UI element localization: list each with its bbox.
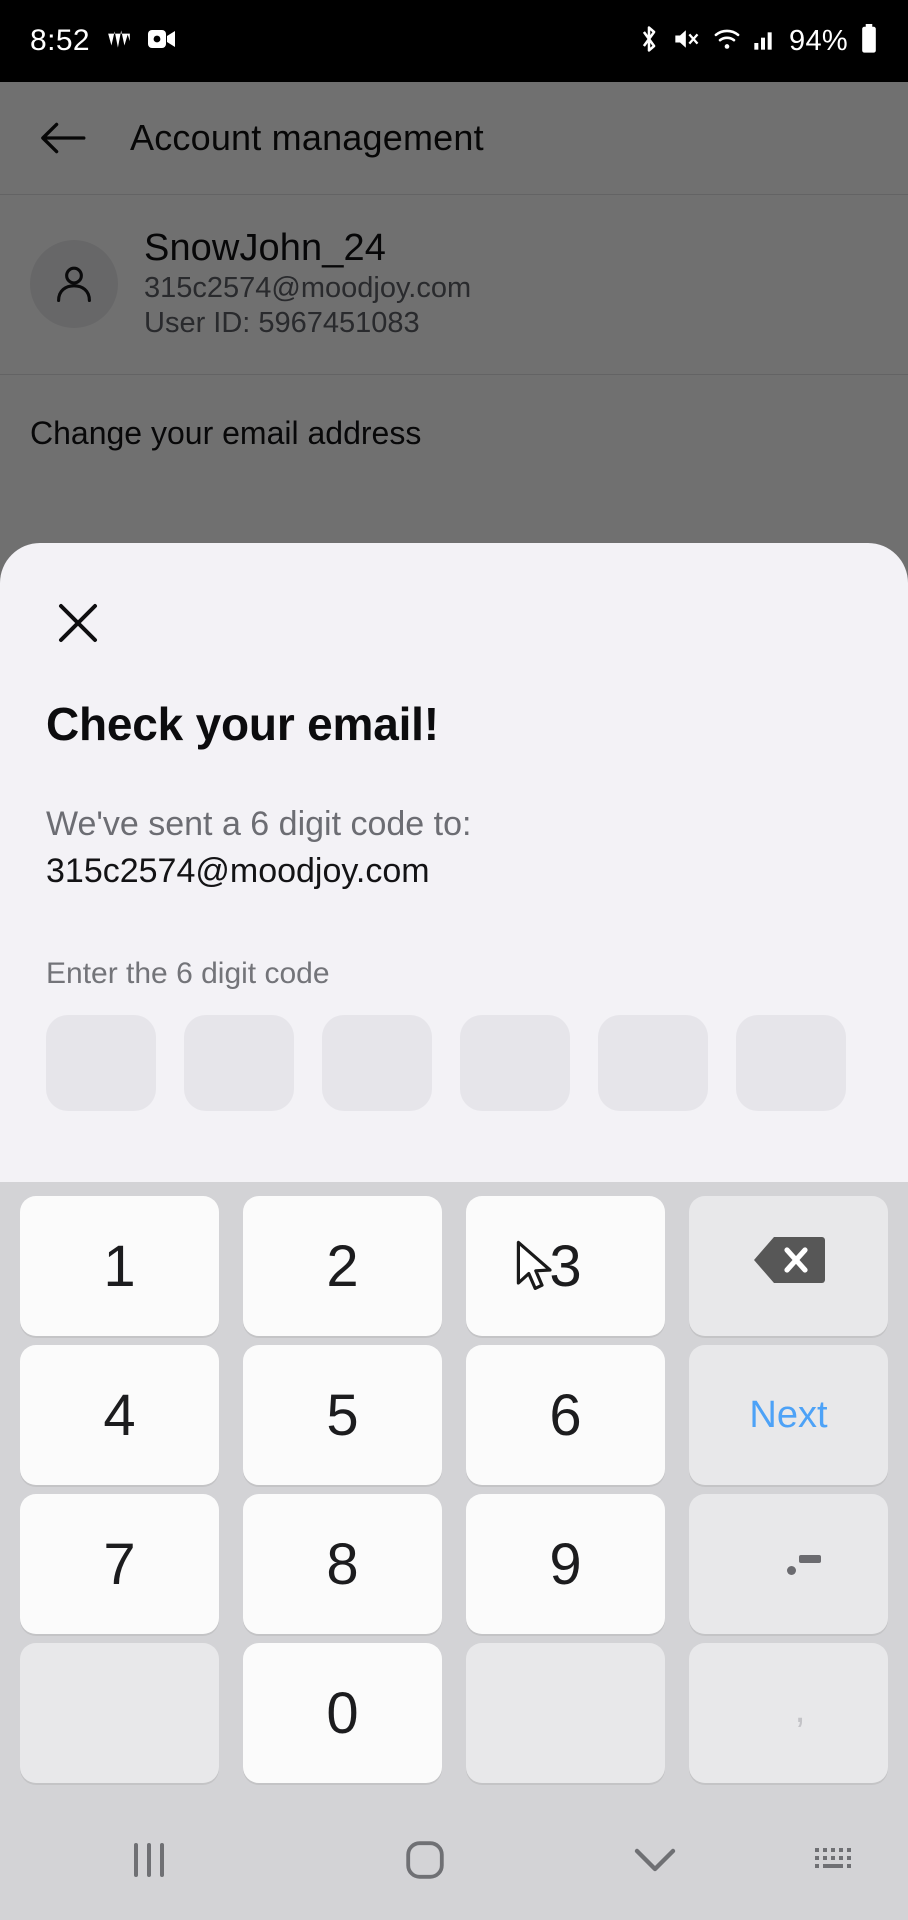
otp-digit-1[interactable] bbox=[46, 1014, 156, 1111]
next-key[interactable]: Next bbox=[689, 1345, 888, 1485]
phone-screen: 8:52 94% Check your email! We've sent a … bbox=[0, 0, 908, 1920]
status-bar-left: 8:52 bbox=[30, 24, 176, 58]
hide-keyboard-icon[interactable] bbox=[550, 1800, 760, 1920]
blank-key-left[interactable] bbox=[20, 1643, 219, 1783]
key-0[interactable]: 0 bbox=[243, 1643, 442, 1783]
key-8[interactable]: 8 bbox=[243, 1494, 442, 1634]
otp-digit-6[interactable] bbox=[736, 1014, 846, 1111]
sent-code-text: We've sent a 6 digit code to: bbox=[46, 805, 472, 843]
wifi-icon bbox=[713, 27, 741, 56]
cellular-signal-icon bbox=[753, 27, 777, 56]
keyboard-row-4: 0 , bbox=[20, 1643, 888, 1783]
verification-bottom-sheet: Check your email! We've sent a 6 digit c… bbox=[0, 543, 908, 1183]
key-7[interactable]: 7 bbox=[20, 1494, 219, 1634]
otp-digit-2[interactable] bbox=[184, 1014, 294, 1111]
sheet-title: Check your email! bbox=[46, 698, 439, 750]
key-6[interactable]: 6 bbox=[466, 1345, 665, 1485]
keyboard-switcher-icon[interactable] bbox=[760, 1800, 908, 1920]
status-bar: 8:52 94% bbox=[0, 0, 908, 82]
key-1[interactable]: 1 bbox=[20, 1196, 219, 1336]
key-2[interactable]: 2 bbox=[243, 1196, 442, 1336]
otp-field-label: Enter the 6 digit code bbox=[46, 956, 330, 990]
otp-input-row bbox=[46, 1014, 862, 1111]
otp-digit-4[interactable] bbox=[460, 1014, 570, 1111]
backspace-icon bbox=[752, 1233, 826, 1300]
otp-digit-3[interactable] bbox=[322, 1014, 432, 1111]
key-3[interactable]: 3 bbox=[466, 1196, 665, 1336]
key-9[interactable]: 9 bbox=[466, 1494, 665, 1634]
comma-glyph: , bbox=[794, 1687, 806, 1731]
home-icon[interactable] bbox=[300, 1800, 550, 1920]
key-4[interactable]: 4 bbox=[20, 1345, 219, 1485]
mute-icon bbox=[673, 26, 701, 57]
status-time: 8:52 bbox=[30, 24, 90, 57]
navigation-bar bbox=[0, 1800, 908, 1920]
keyboard-row-2: 4 5 6 Next bbox=[20, 1345, 888, 1485]
keyboard-row-3: 7 8 9 bbox=[20, 1494, 888, 1634]
key-5[interactable]: 5 bbox=[243, 1345, 442, 1485]
numeric-keyboard: 1 2 3 4 5 6 Next 7 8 9 0 , bbox=[0, 1182, 908, 1800]
battery-percent: 94% bbox=[789, 24, 848, 57]
period-dash-key[interactable] bbox=[689, 1494, 888, 1634]
spotify-icon bbox=[106, 26, 132, 57]
battery-icon bbox=[860, 23, 878, 59]
status-bar-right: 94% bbox=[637, 23, 878, 59]
otp-digit-5[interactable] bbox=[598, 1014, 708, 1111]
period-dash-glyph bbox=[689, 1494, 888, 1634]
sent-code-email: 315c2574@moodjoy.com bbox=[46, 851, 430, 890]
close-icon[interactable] bbox=[46, 591, 110, 655]
blank-key-right[interactable] bbox=[466, 1643, 665, 1783]
screen-recorder-icon bbox=[148, 28, 176, 55]
keyboard-row-1: 1 2 3 bbox=[20, 1196, 888, 1336]
comma-key[interactable]: , bbox=[689, 1643, 888, 1783]
backspace-key[interactable] bbox=[689, 1196, 888, 1336]
bluetooth-icon bbox=[637, 25, 661, 58]
recents-icon[interactable] bbox=[0, 1800, 300, 1920]
